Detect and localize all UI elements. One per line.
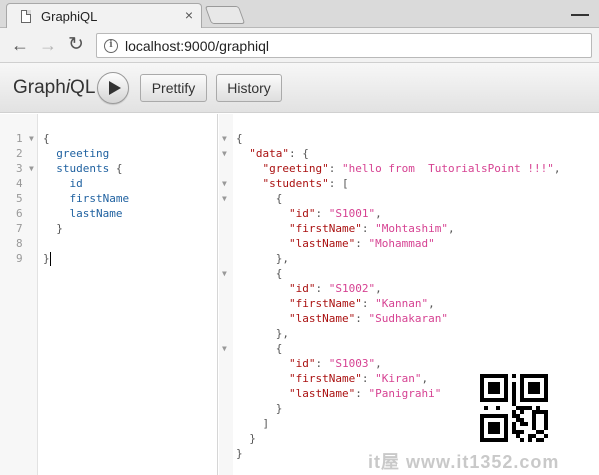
line-number: 3 (16, 162, 23, 175)
line-number: 1 (16, 132, 23, 145)
line-number: 2 (16, 147, 23, 160)
back-arrow-icon[interactable]: ← (10, 35, 30, 55)
result-line: "lastName": "Sudhakaran" (288, 312, 448, 325)
query-editor[interactable]: 1 ▼ {2 greeting 3 ▼ students { 4 id 5 firstNam… (0, 114, 218, 475)
browser-nav-bar: ← → ↻ i localhost:9000/graphiql (0, 28, 599, 63)
result-line: }, (275, 327, 289, 340)
text-cursor (50, 252, 51, 266)
query-line[interactable]: id (43, 177, 83, 190)
line-number: 7 (16, 222, 23, 235)
result-line: "students": [ (262, 177, 349, 190)
reload-icon[interactable]: ↻ (66, 35, 86, 55)
result-line: }, (275, 252, 289, 265)
result-line: } (236, 447, 243, 460)
line-number: 8 (16, 237, 23, 250)
result-line: } (275, 402, 283, 415)
result-line: "data": { (249, 147, 309, 160)
watermark-text: it屋 www.it1352.com (368, 452, 560, 472)
result-line: "id": "S1002", (288, 282, 382, 295)
result-line: { (275, 342, 283, 355)
result-line: "lastName": "Panigrahi" (288, 387, 442, 400)
prettify-button[interactable]: Prettify (140, 74, 207, 102)
close-icon[interactable]: × (185, 7, 193, 23)
fold-arrow-icon[interactable]: ▼ (222, 269, 227, 278)
fold-arrow-icon[interactable]: ▼ (29, 164, 34, 173)
line-number: 5 (16, 192, 23, 205)
query-line[interactable]: } (43, 252, 50, 265)
query-line[interactable]: lastName (43, 207, 123, 220)
result-line: "firstName": "Kiran", (288, 372, 429, 385)
graphiql-logo: GraphiQL (13, 77, 96, 98)
tab-title: GraphiQL (41, 9, 98, 24)
fold-arrow-icon[interactable]: ▼ (222, 179, 227, 188)
result-line: "id": "S1001", (288, 207, 382, 220)
line-number: 9 (16, 252, 23, 265)
result-fold-gutter (219, 114, 233, 475)
browser-tab[interactable]: GraphiQL × (6, 3, 202, 29)
result-line: "firstName": "Kannan", (288, 297, 435, 310)
fold-arrow-icon[interactable]: ▼ (222, 344, 227, 353)
query-line[interactable]: firstName (43, 192, 130, 205)
play-icon (109, 81, 121, 95)
result-line: "lastName": "Mohammad" (288, 237, 435, 250)
line-number: 4 (16, 177, 23, 190)
address-bar[interactable]: i localhost:9000/graphiql (96, 33, 592, 58)
new-tab-button[interactable] (204, 6, 246, 24)
query-line[interactable]: { (43, 132, 50, 145)
info-icon[interactable]: i (104, 39, 118, 53)
result-line: "greeting": "hello from TutorialsPoint !… (262, 162, 561, 175)
execute-query-button[interactable] (97, 72, 129, 104)
fold-arrow-icon[interactable]: ▼ (222, 194, 227, 203)
forward-arrow-icon[interactable]: → (38, 35, 58, 55)
query-line[interactable]: } (43, 222, 63, 235)
fold-arrow-icon[interactable]: ▼ (222, 134, 227, 143)
result-line: { (236, 132, 243, 145)
query-line[interactable]: students { (43, 162, 122, 175)
fold-arrow-icon[interactable]: ▼ (29, 134, 34, 143)
line-number: 6 (16, 207, 23, 220)
result-line: { (275, 267, 283, 280)
url-text[interactable]: localhost:9000/graphiql (125, 38, 269, 54)
graphiql-toolbar: GraphiQL Prettify History (0, 63, 599, 113)
fold-arrow-icon[interactable]: ▼ (222, 149, 227, 158)
browser-tab-strip: GraphiQL × (0, 0, 599, 29)
result-line: } (249, 432, 256, 445)
result-line: "firstName": "Mohtashim", (288, 222, 455, 235)
result-line: ] (262, 417, 270, 430)
minimize-icon[interactable] (571, 6, 589, 16)
page-icon (21, 10, 31, 23)
qr-code (480, 374, 548, 442)
result-line: "id": "S1003", (288, 357, 382, 370)
result-line: { (275, 192, 283, 205)
history-button[interactable]: History (216, 74, 282, 102)
query-line[interactable]: greeting (43, 147, 109, 160)
